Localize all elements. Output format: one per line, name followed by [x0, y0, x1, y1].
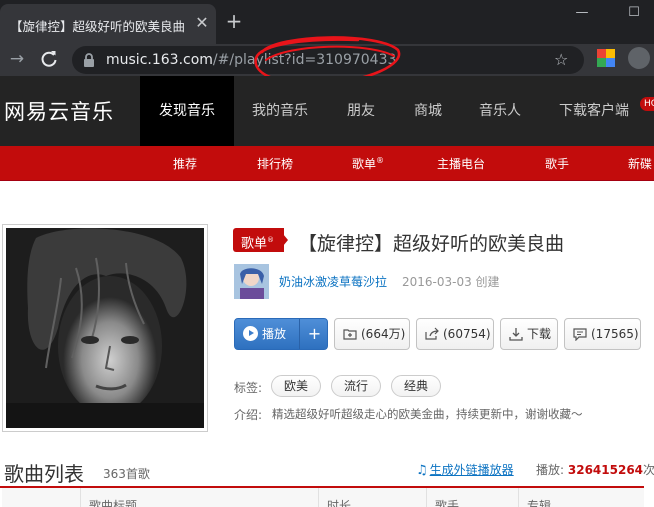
- song-list-title: 歌曲列表: [4, 462, 84, 486]
- share-icon: [425, 327, 439, 340]
- outchain-player-link[interactable]: ♫ 生成外链播放器: [416, 461, 514, 478]
- minimize-icon[interactable]: —: [570, 4, 594, 22]
- play-icon: [243, 326, 258, 341]
- table-header-artist: 歌手: [426, 488, 518, 507]
- browser-tab[interactable]: 【旋律控】超级好听的欧美良曲 ✕: [0, 4, 216, 44]
- sub-navigation: 推荐 排行榜 歌单® 主播电台 歌手 新碟: [0, 146, 654, 181]
- star-icon[interactable]: ☆: [554, 50, 568, 69]
- subnav-radio[interactable]: 主播电台: [437, 155, 485, 172]
- site-topbar: 网易云音乐 发现音乐 我的音乐 朋友 商城 音乐人 下载客户端 HOT: [0, 76, 654, 146]
- new-tab-button[interactable]: +: [222, 9, 246, 33]
- back-arrow-icon[interactable]: →: [6, 48, 28, 70]
- playlist-cover: [2, 224, 208, 432]
- tab-close-icon[interactable]: ✕: [192, 13, 212, 33]
- nav-musician[interactable]: 音乐人: [467, 76, 533, 146]
- maximize-icon[interactable]: ☐: [622, 4, 646, 22]
- reload-icon[interactable]: [38, 48, 60, 70]
- download-button[interactable]: 下载: [500, 318, 558, 350]
- tab-title: 【旋律控】超级好听的欧美良曲: [10, 19, 186, 34]
- table-header-album: 专辑: [518, 488, 644, 507]
- intro-text: 精选超级好听超级走心的欧美金曲，持续更新中，谢谢收藏～: [272, 407, 583, 421]
- browser-tabstrip: 【旋律控】超级好听的欧美良曲 ✕ + — ☐: [0, 0, 654, 44]
- song-count: 363首歌: [103, 467, 150, 481]
- url-text: music.163.com/#/playlist?id=310970433: [106, 52, 397, 68]
- nav-mall[interactable]: 商城: [400, 76, 456, 146]
- subnav-artists[interactable]: 歌手: [545, 155, 569, 172]
- extension-icon[interactable]: [597, 49, 615, 67]
- tag-chip[interactable]: 经典: [391, 375, 442, 397]
- collect-button[interactable]: (664万): [334, 318, 410, 350]
- subnav-charts[interactable]: 排行榜: [257, 155, 293, 172]
- subnav-recommend[interactable]: 推荐: [173, 155, 197, 172]
- creator-name-link[interactable]: 奶油冰激凌草莓沙拉: [279, 273, 387, 290]
- address-bar[interactable]: music.163.com/#/playlist?id=310970433 ☆: [72, 46, 584, 74]
- play-button-group[interactable]: 播放 +: [234, 318, 328, 350]
- profile-icon[interactable]: [628, 47, 650, 69]
- hot-badge: HOT: [640, 97, 654, 111]
- add-to-queue-button[interactable]: +: [299, 319, 327, 349]
- table-header-duration: 时长: [318, 488, 426, 507]
- cover-image: [6, 228, 204, 428]
- play-count: 播放: 326415264次: [536, 463, 654, 477]
- table-header-title: 歌曲标题: [80, 488, 318, 507]
- playlist-title: 【旋律控】超级好听的欧美良曲: [298, 233, 565, 255]
- nav-discover[interactable]: 发现音乐: [140, 76, 234, 146]
- playlist-type-badge: 歌单®: [233, 228, 285, 252]
- nav-download-client[interactable]: 下载客户端: [551, 76, 637, 146]
- playlist-badge-arrow: [278, 228, 288, 252]
- table-header-index: [2, 488, 80, 507]
- nav-my-music[interactable]: 我的音乐: [244, 76, 316, 146]
- download-icon: [509, 328, 523, 341]
- creator-avatar[interactable]: [234, 264, 269, 299]
- site-logo[interactable]: 网易云音乐: [4, 96, 114, 126]
- play-button[interactable]: 播放: [235, 319, 299, 349]
- created-date: 2016-03-03 创建: [402, 275, 500, 289]
- nav-friends[interactable]: 朋友: [333, 76, 389, 146]
- music-note-icon: ♫: [416, 463, 428, 478]
- folder-add-icon: [343, 329, 357, 340]
- browser-toolbar: → music.163.com/#/playlist?id=310970433 …: [0, 44, 654, 76]
- subnav-new-albums[interactable]: 新碟: [628, 155, 652, 172]
- tags-label: 标签:: [234, 381, 263, 395]
- intro-label: 介绍:: [234, 408, 263, 422]
- lock-icon: [84, 53, 94, 67]
- tag-chip[interactable]: 流行: [331, 375, 382, 397]
- comment-button[interactable]: (17565): [564, 318, 641, 350]
- tag-chip[interactable]: 欧美: [271, 375, 322, 397]
- share-button[interactable]: (60754): [416, 318, 494, 350]
- subnav-playlists[interactable]: 歌单®: [352, 155, 384, 172]
- comment-icon: [573, 328, 587, 341]
